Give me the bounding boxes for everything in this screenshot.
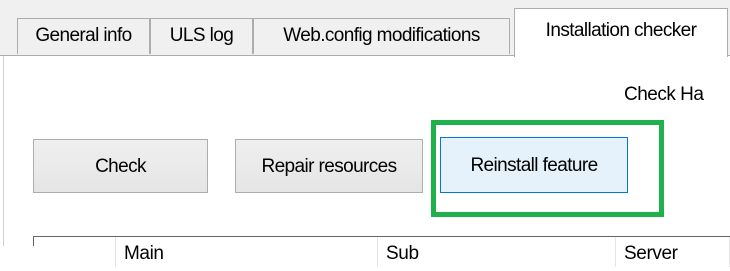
column-header-sub[interactable]: Sub [378,237,616,267]
tab-uls-log[interactable]: ULS log [150,18,253,54]
check-button[interactable]: Check [33,139,208,193]
tab-general-info[interactable]: General info [17,18,150,54]
tab-installation-checker[interactable]: Installation checker [514,8,728,57]
column-header-select[interactable] [34,237,116,267]
reinstall-feature-button[interactable]: Reinstall feature [440,137,628,193]
panel-header-text: Check Ha [624,84,704,105]
tab-web-config-modifications[interactable]: Web.config modifications [253,18,510,54]
repair-resources-button[interactable]: Repair resources [235,139,423,193]
panel-border [3,56,4,246]
column-header-main[interactable]: Main [116,237,378,267]
column-header-server[interactable]: Server [616,237,730,267]
